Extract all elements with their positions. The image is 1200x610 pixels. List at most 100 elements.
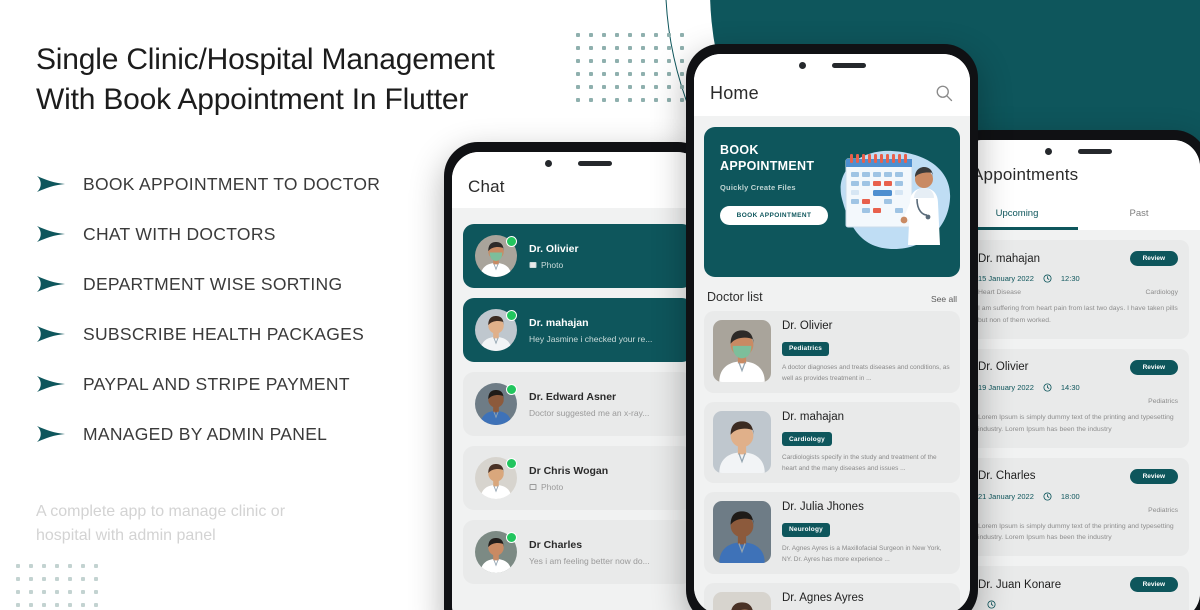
appointment-date: 15 January 2022 xyxy=(978,274,1034,283)
review-badge[interactable]: Review xyxy=(1129,359,1178,375)
tagline: A complete app to manage clinic or hospi… xyxy=(36,503,286,545)
doctor-list: Dr. Olivier Pediatrics A doctor diagnoses … xyxy=(694,311,970,610)
appointment-date: 21 January 2022 xyxy=(978,491,1034,501)
appointment-department: Cardiology xyxy=(1145,289,1179,296)
appointment-doctor-name: Dr. Juan Konare xyxy=(978,578,1062,591)
appointment-card[interactable]: Dr. Juan Konare Review xyxy=(967,566,1189,610)
camera-icon xyxy=(798,61,806,69)
doctor-avatar xyxy=(713,410,771,473)
online-status-dot xyxy=(506,532,517,543)
home-screen-title: Home xyxy=(710,82,759,103)
photo-icon xyxy=(529,483,537,490)
feature-label: BOOK APPOINTMENT TO DOCTOR xyxy=(83,173,381,194)
promo-card[interactable]: BOOK APPOINTMENT Quickly Create Files BO… xyxy=(704,127,960,277)
appointment-doctor-name: Dr. Charles xyxy=(978,470,1036,483)
feature-item: PAYPAL AND STRIPE PAYMENT xyxy=(36,359,556,409)
doctor-card[interactable]: Dr. Olivier Pediatrics A doctor diagnoses … xyxy=(704,311,960,393)
doctor-specialty-tag: Neurology xyxy=(782,522,830,537)
appointment-department: Pediatrics xyxy=(1148,397,1178,405)
appointments-tabs: Upcoming Past xyxy=(956,196,1200,230)
doctor-card[interactable]: Dr. Julia Jhones Neurology Dr. Agnes Ayres… xyxy=(704,492,960,574)
feature-item: MANAGED BY ADMIN PANEL xyxy=(36,409,556,459)
phone-mockup-home: Home BOOK APPOINTMENT Quickly Create Fil… xyxy=(686,44,978,610)
appointments-screen-title: Appointments xyxy=(972,165,1079,184)
appointment-time: 14:30 xyxy=(1060,382,1080,392)
feature-item: BOOK APPOINTMENT TO DOCTOR xyxy=(36,159,556,209)
doctor-list-header: Doctor list See all xyxy=(694,277,970,311)
chat-preview-row: Yes i am feeling better now do... xyxy=(529,556,681,566)
appointment-description: Lorem Ipsum is simply dummy text of the … xyxy=(978,413,1174,433)
doctor-name: Dr. Julia Jhones xyxy=(782,501,864,514)
chat-preview-text: Photo xyxy=(541,481,564,492)
review-badge[interactable]: Review xyxy=(1129,577,1178,593)
appointment-datetime: 15 January 2022 12:30 xyxy=(978,274,1178,283)
feature-item: DEPARTMENT WISE SORTING xyxy=(36,259,556,309)
promo-card-subtitle: Quickly Create Files xyxy=(720,183,796,193)
appointment-problem: Heart Disease xyxy=(978,289,1022,296)
tab-past[interactable]: Past xyxy=(1078,196,1200,230)
doctor-specialty-tag: Pediatrics xyxy=(782,341,830,356)
review-badge[interactable]: Review xyxy=(1129,251,1178,266)
feature-list: BOOK APPOINTMENT TO DOCTOR CHAT WITH DOCT… xyxy=(36,159,556,459)
speaker-icon xyxy=(1077,148,1112,154)
arrow-bullet-icon xyxy=(37,176,65,193)
doctor-calendar-illustration xyxy=(824,141,956,261)
book-appointment-button[interactable]: BOOK APPOINTMENT xyxy=(720,206,828,226)
avatar xyxy=(475,457,517,499)
appointment-card[interactable]: Dr. Charles Review 21 January 2022 18:00 Ped… xyxy=(967,457,1189,557)
doctor-card[interactable]: Dr. Agnes AyresNeurologyPhasellus hendre… xyxy=(704,582,960,610)
appointment-description: I am suffering from heart pain from last… xyxy=(978,305,1178,324)
appointment-time: 18:00 xyxy=(1060,491,1080,501)
review-badge[interactable]: Review xyxy=(1129,468,1178,484)
chat-contact-name: Dr Charles xyxy=(529,538,583,551)
feature-label: CHAT WITH DOCTORS xyxy=(83,223,276,244)
appointment-description: Lorem Ipsum is simply dummy text of the … xyxy=(978,522,1174,542)
clock-icon xyxy=(1043,274,1052,283)
doctor-description: Dr. Agnes Ayres is a Maxillofacial Surge… xyxy=(782,544,942,563)
doctor-description: Cardiologists specify in the study and t… xyxy=(782,454,937,473)
doctor-name: Dr. Agnes Ayres xyxy=(782,591,864,604)
see-all-link[interactable]: See all xyxy=(931,294,957,304)
doctor-specialty-tag: Cardiology xyxy=(782,432,832,447)
search-icon[interactable] xyxy=(934,83,954,103)
page-title: Single Clinic/Hospital Management With B… xyxy=(36,43,495,116)
promo-card-title: BOOK APPOINTMENT xyxy=(720,143,815,173)
appointment-datetime xyxy=(978,600,1178,609)
appointment-time: 12:30 xyxy=(1060,274,1080,283)
feature-label: SUBSCRIBE HEALTH PACKAGES xyxy=(83,323,365,344)
phone-notch xyxy=(694,54,970,76)
appointment-card[interactable]: Dr. mahajan Review 15 January 2022 12:30 Hea… xyxy=(967,240,1189,339)
dot-grid-bottom xyxy=(16,564,98,607)
doctor-avatar xyxy=(713,501,771,564)
speaker-icon xyxy=(577,160,612,166)
arrow-bullet-icon xyxy=(37,226,65,243)
doctor-name: Dr. Olivier xyxy=(782,320,833,332)
appointment-doctor-name: Dr. mahajan xyxy=(978,252,1041,265)
appointment-card-list: Dr. mahajan Review 15 January 2022 12:30 Hea… xyxy=(956,230,1200,610)
appointment-card[interactable]: Dr. Olivier Review 19 January 2022 14:30 Ped… xyxy=(967,348,1189,448)
clock-icon xyxy=(987,600,996,609)
feature-label: MANAGED BY ADMIN PANEL xyxy=(83,423,328,444)
feature-label: PAYPAL AND STRIPE PAYMENT xyxy=(83,373,350,394)
doctor-card[interactable]: Dr. mahajan Cardiology Cardiologists speci… xyxy=(704,401,960,484)
appointment-datetime: 21 January 2022 18:00 xyxy=(978,492,1178,501)
chat-list-item[interactable]: Dr Charles Yes i am feeling better now do… xyxy=(463,520,693,584)
avatar xyxy=(475,531,517,573)
camera-icon xyxy=(1044,147,1052,155)
phone-mockup-appointments: Appointments Upcoming Past Dr. mahajan Re… xyxy=(948,130,1200,610)
promo-banner-canvas: Single Clinic/Hospital Management With B… xyxy=(0,0,1200,610)
arrow-bullet-icon xyxy=(37,326,65,343)
marketing-copy: Single Clinic/Hospital Management With B… xyxy=(36,40,556,459)
arrow-bullet-icon xyxy=(37,376,65,393)
doctor-description: A doctor diagnoses and treats diseases a… xyxy=(782,363,950,382)
appointment-doctor-name: Dr. Olivier xyxy=(978,361,1029,374)
doctor-avatar xyxy=(713,320,771,382)
doctor-avatar xyxy=(713,591,771,610)
arrow-bullet-icon xyxy=(37,426,65,443)
doctor-list-title: Doctor list xyxy=(707,290,763,304)
dot-grid-top xyxy=(576,33,684,102)
appointment-department: Pediatrics xyxy=(1148,506,1178,514)
appointment-datetime: 19 January 2022 14:30 xyxy=(978,383,1178,392)
arrow-bullet-icon xyxy=(37,276,65,293)
online-status-dot xyxy=(506,458,517,469)
